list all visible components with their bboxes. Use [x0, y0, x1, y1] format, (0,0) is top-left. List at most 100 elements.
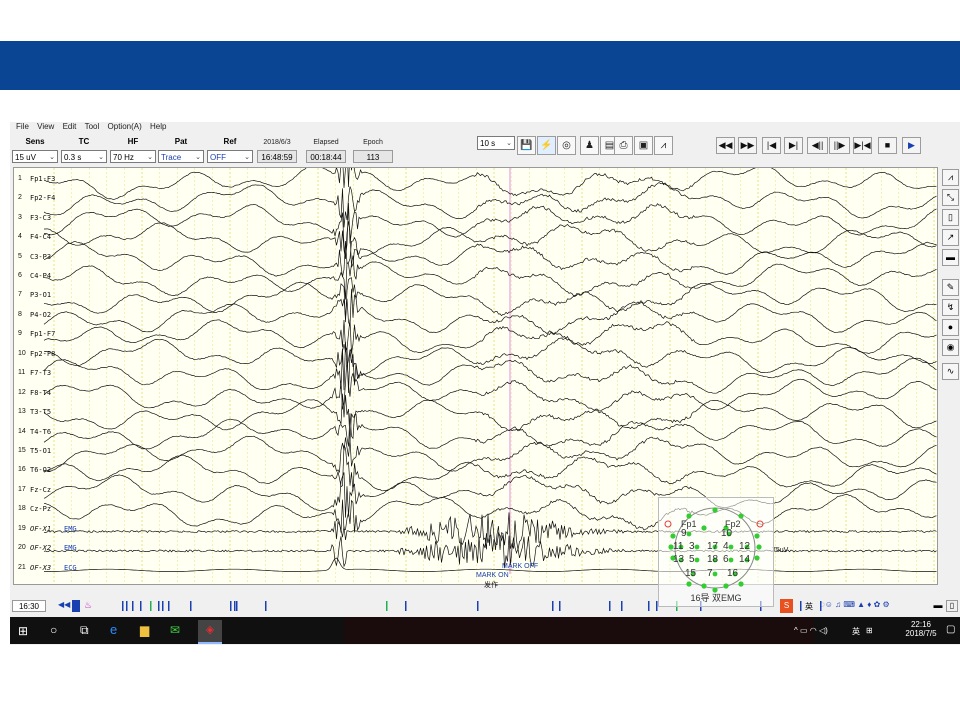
electrode-label[interactable]: 10	[721, 528, 732, 539]
tool-note-icon[interactable]: ✎	[942, 279, 959, 296]
timeline-scroll-icon[interactable]: ▯	[946, 600, 958, 612]
tool-map-icon[interactable]: ◉	[942, 339, 959, 356]
photo-icon[interactable]: ▣	[634, 136, 653, 155]
tc-value: 0.3 s	[64, 153, 82, 162]
center-button[interactable]: ▶|◀	[853, 137, 872, 154]
skip-start-button[interactable]: |◀	[762, 137, 781, 154]
task-view-icon[interactable]: ⧉	[80, 623, 89, 638]
tool-measure-icon[interactable]: ↗	[942, 229, 959, 246]
pat-select[interactable]: Trace ⌄	[158, 150, 204, 163]
timeline-bar[interactable]: 16:30 ◀◀ ♨ S 英 ◌☺ ♫ ⌨ ▲ ♦ ✿ ⚙ ▬ ▯	[10, 599, 960, 613]
channel-label[interactable]: Fp2-F8	[30, 350, 55, 358]
search-icon[interactable]: ○	[50, 623, 57, 637]
electrode-label[interactable]: 16	[727, 568, 738, 579]
channel-label[interactable]: OF-X2	[30, 544, 51, 552]
channel-label[interactable]: Fp1-F3	[30, 175, 55, 183]
electrode-label[interactable]: 17	[707, 541, 718, 552]
hf-select[interactable]: 70 Hz ⌄	[110, 150, 156, 163]
person-icon[interactable]: ♟	[580, 136, 599, 155]
menu-option[interactable]: Option(A)	[108, 122, 142, 131]
menu-file[interactable]: File	[16, 122, 29, 131]
eeg-waveform-area[interactable]: 1 Fp1-F3 2 Fp2-F4 3 F3-C3 4 F4-C4 5 C3-P3 6 C4-P4 7 P…	[13, 144, 938, 589]
channel-label[interactable]: OF-X1	[30, 525, 51, 533]
timeline-end-icon[interactable]: ▬	[932, 600, 944, 612]
timeline-flag-icon[interactable]: ♨	[84, 600, 92, 611]
ime-tools-icon[interactable]: ◌☺ ♫ ⌨ ▲ ♦ ✿ ⚙	[820, 600, 890, 609]
menu-tool[interactable]: Tool	[85, 122, 100, 131]
eeg-app-taskbar-button[interactable]: ◈	[198, 620, 222, 644]
channel-label[interactable]: C3-P3	[30, 253, 51, 261]
electrode-label[interactable]: 7	[707, 568, 713, 579]
wechat-icon[interactable]: ✉	[170, 623, 180, 637]
stop-button[interactable]: ■	[878, 137, 897, 154]
electrode-label[interactable]: 11	[673, 541, 683, 552]
tool-spectrum-icon[interactable]: ▬	[942, 249, 959, 266]
electrode-headmap[interactable]: Fp1 Fp2 9 10 11 3 17 4 12 13 5 18 6 14 15 7 16 16导 双EM…	[658, 497, 774, 607]
tray-icons[interactable]: ^ ▭ ◠ ◁)	[794, 626, 828, 635]
electrode-label[interactable]: 15	[685, 568, 696, 579]
electrode-label[interactable]: 18	[707, 554, 718, 565]
channel-label[interactable]: T6-O2	[30, 466, 51, 474]
channel-label[interactable]: P3-O1	[30, 291, 51, 299]
channel-label[interactable]: T3-T5	[30, 408, 51, 416]
tool-color-icon[interactable]: ●	[942, 319, 959, 336]
page-speed-select[interactable]: 10 s ⌄	[477, 136, 515, 150]
tool-trend-icon[interactable]: ↯	[942, 299, 959, 316]
channel-label[interactable]: F3-C3	[30, 214, 51, 222]
tool-wave2-icon[interactable]: ∿	[942, 363, 959, 380]
channel-label[interactable]: F7-T3	[30, 369, 51, 377]
save-icon[interactable]: 💾	[517, 136, 536, 155]
chevron-down-icon: ⌄	[244, 154, 250, 161]
chart-icon[interactable]: ⩘	[654, 136, 673, 155]
notifications-icon[interactable]: ▢	[946, 624, 955, 635]
tray-lang[interactable]: 英	[852, 626, 860, 637]
electrode-label[interactable]: 14	[739, 554, 750, 565]
electrode-label[interactable]: 4	[723, 541, 729, 552]
electrode-label[interactable]: 13	[673, 554, 684, 565]
tool-marker-icon[interactable]: ▯	[942, 209, 959, 226]
channel-label[interactable]: T5-O1	[30, 447, 51, 455]
tray-clock[interactable]: 22:16 2018/7/5	[896, 620, 946, 638]
channel-label[interactable]: F4-C4	[30, 233, 51, 241]
channel-label[interactable]: T4-T6	[30, 428, 51, 436]
channel-label[interactable]: Fp2-F4	[30, 194, 55, 202]
step-forward-button[interactable]: ||▶	[829, 137, 850, 154]
channel-label[interactable]: C4-P4	[30, 272, 51, 280]
tray-grid-icon[interactable]: ⊞	[866, 626, 873, 635]
ime-lang[interactable]: 英	[805, 601, 813, 612]
file-explorer-icon[interactable]: ▆	[140, 623, 149, 637]
timeline-event-tick	[559, 601, 561, 611]
globe-icon[interactable]: ◎	[557, 136, 576, 155]
menu-view[interactable]: View	[37, 122, 54, 131]
play-button[interactable]: ▶	[902, 137, 921, 154]
tool-zoom-icon[interactable]: ⤡	[942, 189, 959, 206]
sogou-icon[interactable]: S	[780, 599, 793, 613]
electrode-label[interactable]: 9	[681, 528, 687, 539]
windows-start-icon[interactable]: ⊞	[18, 624, 28, 638]
electrode-label[interactable]: 12	[739, 541, 750, 552]
electrode-label[interactable]: 6	[723, 554, 729, 565]
montage-icon[interactable]: ⚡	[537, 136, 556, 155]
fast-rewind-button[interactable]: ◀◀	[716, 137, 735, 154]
fast-forward-button[interactable]: ▶▶	[738, 137, 757, 154]
tc-select[interactable]: 0.3 s ⌄	[61, 150, 107, 163]
timeline-prev-icon[interactable]: ◀◀	[58, 600, 70, 612]
edge-browser-icon[interactable]: e	[110, 622, 117, 637]
printer-icon[interactable]: ⎙	[614, 136, 633, 155]
electrode-label[interactable]: 5	[689, 554, 695, 565]
channel-label[interactable]: P4-O2	[30, 311, 51, 319]
channel-label[interactable]: F8-T4	[30, 389, 51, 397]
menu-help[interactable]: Help	[150, 122, 166, 131]
tool-wave-icon[interactable]: ⩘	[942, 169, 959, 186]
ref-select[interactable]: OFF ⌄	[207, 150, 253, 163]
skip-end-button[interactable]: ▶|	[784, 137, 803, 154]
sens-select[interactable]: 15 uV ⌄	[12, 150, 58, 163]
channel-label[interactable]: OF-X3	[30, 564, 51, 572]
timeline-cursor[interactable]	[72, 600, 80, 612]
menu-edit[interactable]: Edit	[63, 122, 77, 131]
electrode-label[interactable]: 3	[689, 541, 695, 552]
channel-label[interactable]: Cz-Pz	[30, 505, 51, 513]
channel-label[interactable]: Fp1-F7	[30, 330, 55, 338]
step-back-button[interactable]: ◀||	[807, 137, 828, 154]
channel-label[interactable]: Fz-Cz	[30, 486, 51, 494]
